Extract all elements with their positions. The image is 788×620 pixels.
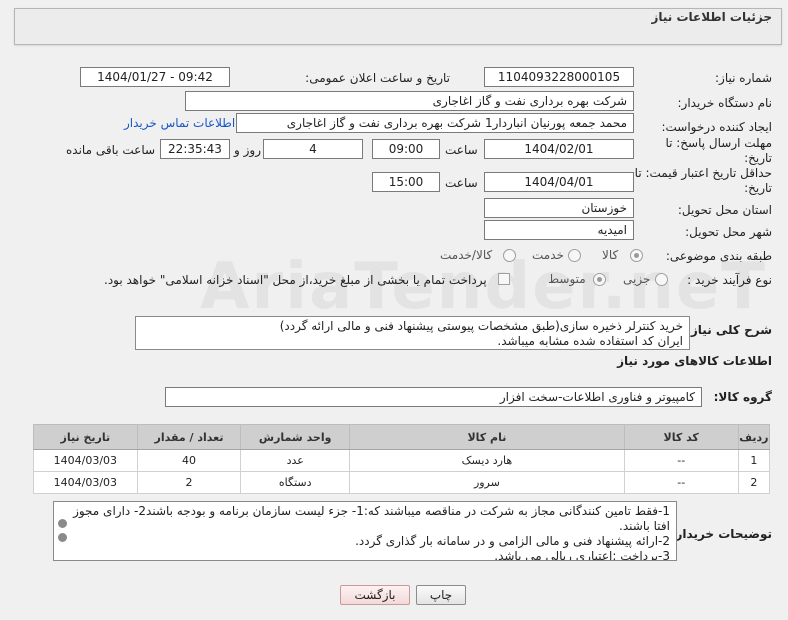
reply-deadline-time: 09:00 (372, 139, 440, 159)
buyer-note-line: افتا باشند. (619, 519, 670, 533)
goods-need-date: 1404/03/03 (33, 449, 138, 472)
col-name: نام کالا (349, 424, 625, 450)
page-title: جزئیات اطلاعات نیاز (651, 10, 772, 24)
category-radio-service[interactable] (568, 249, 581, 262)
price-validity-date: 1404/04/01 (484, 172, 634, 192)
price-validity-time: 15:00 (372, 172, 440, 192)
row-number: 1 (737, 449, 771, 472)
col-row: ردیف (737, 424, 771, 450)
reply-deadline-time-label: ساعت (445, 143, 478, 157)
days-label: روز و (234, 143, 261, 157)
purchase-type-label: نوع فرآیند خرید : (687, 273, 772, 287)
buyer-note-line: 3-پرداخت :اعتباری ریالی می باشد. (494, 549, 670, 561)
goods-group-field: کامپیوتر و فناوری اطلاعات-سخت افزار (165, 387, 702, 407)
reply-deadline-days: 4 (263, 139, 363, 159)
price-validity-time-label: ساعت (445, 176, 478, 190)
category-option-goods: کالا (602, 248, 619, 262)
print-button[interactable]: چاپ (416, 585, 466, 605)
col-code: کد کالا (623, 424, 739, 450)
delivery-province-label: استان محل تحویل: (677, 203, 772, 217)
purchase-type-option-minor: جزیی (623, 272, 651, 286)
requester-field: محمد جمعه پورنیان انباردار1 شرکت بهره بر… (236, 113, 634, 133)
table-row: 2 -- سرور دستگاه 2 1404/03/03 (33, 471, 771, 494)
buyer-note-line: 2-ارائه پیشنهاد فنی و مالی الزامی و در س… (355, 534, 670, 548)
goods-name: سرور (349, 471, 625, 494)
delivery-city-label: شهر محل تحویل: (685, 225, 772, 239)
col-quantity: تعداد / مقدار (136, 424, 242, 450)
category-option-goods-service: کالا/خدمت (440, 248, 493, 262)
purchase-type-radio-minor[interactable] (655, 273, 668, 286)
goods-section-title: اطلاعات کالاهای مورد نیاز (617, 354, 772, 368)
back-button[interactable]: بازگشت (340, 585, 410, 605)
remaining-label: ساعت باقی مانده (66, 143, 156, 157)
need-number-field: 1104093228000105 (484, 67, 634, 87)
goods-group-label: گروه کالا: (713, 390, 772, 404)
buyer-contact-link[interactable]: اطلاعات تماس خریدار (124, 116, 235, 130)
scroll-indicator-icon[interactable] (58, 533, 67, 542)
scroll-indicator-icon[interactable] (58, 519, 67, 528)
summary-line: ایران کد استفاده شده مشابه میباشد. (497, 334, 683, 348)
price-validity-label: حداقل تاریخ اعتبار قیمت: تا تاریخ: (634, 166, 772, 195)
need-number-label: شماره نیاز: (715, 71, 772, 85)
buyer-notes-label: توضیحات خریدار: (670, 527, 772, 541)
delivery-city-field: امیدیه (484, 220, 634, 240)
treasury-payment-checkbox[interactable] (498, 273, 510, 285)
buyer-org-label: نام دستگاه خریدار: (677, 96, 773, 110)
category-radio-goods-service[interactable] (503, 249, 516, 262)
col-unit: واحد شمارش (240, 424, 351, 450)
table-row: 1 -- هارد دیسک عدد 40 1404/03/03 (33, 449, 771, 472)
row-number: 2 (737, 471, 771, 494)
announce-datetime-label: تاریخ و ساعت اعلان عمومی: (305, 71, 450, 85)
announce-datetime-field: 1404/01/27 - 09:42 (80, 67, 230, 87)
category-option-service: خدمت (532, 248, 564, 262)
goods-name: هارد دیسک (349, 449, 625, 472)
goods-table-header: ردیف کد کالا نام کالا واحد شمارش تعداد /… (33, 424, 771, 450)
goods-need-date: 1404/03/03 (33, 471, 138, 494)
col-need-date: تاریخ نیاز (33, 424, 138, 450)
reply-deadline-label: مهلت ارسال پاسخ: تا تاریخ: (665, 136, 772, 165)
delivery-province-field: خوزستان (484, 198, 634, 218)
buyer-notes-textarea[interactable]: 1-فقط تامین کنندگانی مجاز به شرکت در منا… (53, 501, 677, 561)
summary-textarea[interactable]: خرید کنترلر ذخیره سازی(طبق مشخصات پیوستی… (135, 316, 690, 350)
remaining-time: 22:35:43 (160, 139, 230, 159)
summary-line: خرید کنترلر ذخیره سازی(طبق مشخصات پیوستی… (279, 319, 683, 333)
goods-code: -- (623, 471, 739, 494)
reply-deadline-date: 1404/02/01 (484, 139, 634, 159)
goods-table: ردیف کد کالا نام کالا واحد شمارش تعداد /… (33, 424, 771, 494)
buyer-note-line: 1-فقط تامین کنندگانی مجاز به شرکت در منا… (73, 504, 670, 518)
requester-label: ایجاد کننده درخواست: (661, 120, 772, 134)
purchase-type-option-medium: متوسط (548, 272, 586, 286)
goods-unit: عدد (240, 449, 351, 472)
goods-code: -- (623, 449, 739, 472)
summary-label: شرح کلی نیاز: (686, 323, 772, 337)
treasury-payment-note: پرداخت تمام یا بخشی از مبلغ خرید،از محل … (104, 273, 487, 287)
buyer-org-field: شرکت بهره برداری نفت و گاز اغاجاری (185, 91, 634, 111)
purchase-type-radio-medium[interactable] (593, 273, 606, 286)
goods-quantity: 40 (136, 449, 242, 472)
category-radio-goods[interactable] (630, 249, 643, 262)
goods-unit: دستگاه (240, 471, 351, 494)
goods-quantity: 2 (136, 471, 242, 494)
category-label: طبقه بندی موضوعی: (665, 249, 772, 263)
